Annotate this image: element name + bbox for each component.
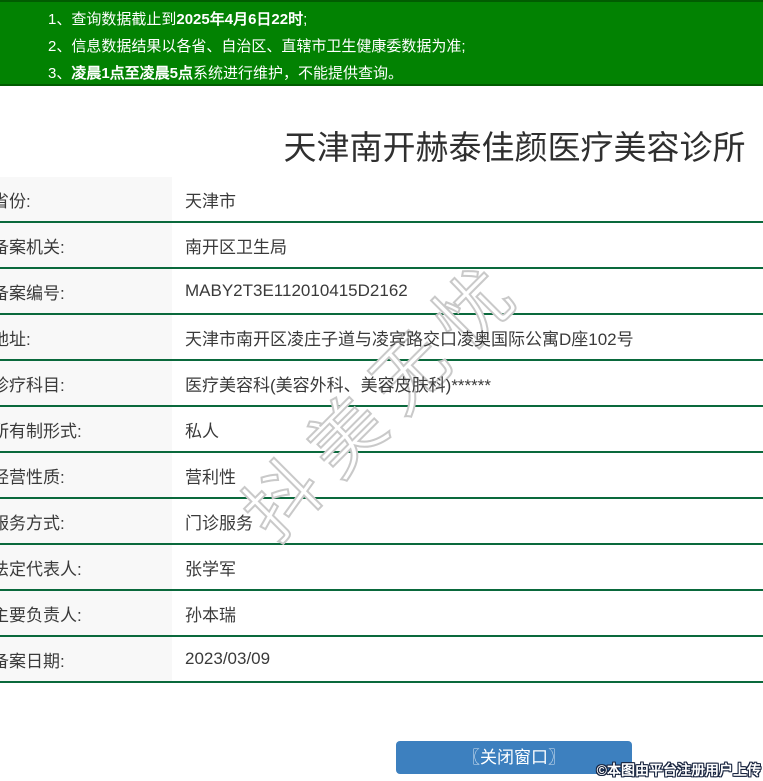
notice-line-bold: 2025年4月6日22时	[176, 11, 304, 28]
table-row-business-nature: 经营性质: 营利性	[0, 453, 763, 499]
row-label: 备案日期:	[0, 637, 172, 681]
table-row-legal-representative: 法定代表人: 张学军	[0, 545, 763, 591]
row-value: 张学军	[172, 545, 763, 589]
table-row-filing-date: 备案日期: 2023/03/09	[0, 637, 763, 683]
row-value-text: 营利性	[185, 467, 236, 487]
row-label-text: 法定代表人:	[0, 559, 82, 579]
notice-line-text: 信息数据结果以各省、自治区、直辖市卫生健康委数据为准;	[71, 38, 466, 55]
table-row-treatment-subjects: 诊疗科目: 医疗美容科(美容外科、美容皮肤科)******	[0, 361, 763, 407]
row-label: 备案机关:	[0, 223, 172, 267]
table-row-address: 地址: 天津市南开区凌庄子道与凌宾路交口凌奥国际公寓D座102号	[0, 315, 763, 361]
notice-line-text: 查询数据截止到	[71, 11, 177, 28]
row-value: 私人	[172, 407, 763, 451]
notice-line-number: 3、	[48, 65, 72, 82]
upload-watermark: ©本图由平台注册用户上传	[596, 762, 761, 778]
row-value: 天津市	[172, 177, 763, 221]
notice-line-1: 1、查询数据截止到2025年4月6日22时;	[48, 6, 763, 33]
row-value: 2023/03/09	[172, 637, 763, 681]
row-label-text: 服务方式:	[0, 513, 65, 533]
notice-line-text: ;	[303, 11, 308, 28]
row-label-text: 备案日期:	[0, 651, 65, 671]
row-label: 省份:	[0, 177, 172, 221]
row-label: 主要负责人:	[0, 591, 172, 635]
notice-line-bold: 凌晨1点至凌晨5点	[71, 65, 194, 82]
table-row-filing-number: 备案编号: MABY2T3E112010415D2162	[0, 269, 763, 315]
table-row-ownership: 所有制形式: 私人	[0, 407, 763, 453]
row-label: 所有制形式:	[0, 407, 172, 451]
row-value-text: 天津市南开区凌庄子道与凌宾路交口凌奥国际公寓D座102号	[185, 329, 634, 349]
row-label-text: 地址:	[0, 329, 31, 349]
row-value-text: 张学军	[185, 559, 236, 579]
row-label-text: 主要负责人:	[0, 605, 82, 625]
row-value: MABY2T3E112010415D2162	[172, 269, 763, 313]
row-label: 法定代表人:	[0, 545, 172, 589]
notice-line-2: 2、信息数据结果以各省、自治区、直辖市卫生健康委数据为准;	[48, 33, 763, 60]
row-value-text: 门诊服务	[185, 513, 253, 533]
row-label: 经营性质:	[0, 453, 172, 497]
row-value: 营利性	[172, 453, 763, 497]
table-row-filing-authority: 备案机关: 南开区卫生局	[0, 223, 763, 269]
row-label-text: 备案机关:	[0, 237, 65, 257]
row-value: 孙本瑞	[172, 591, 763, 635]
row-value-text: 私人	[185, 421, 219, 441]
row-label-text: 经营性质:	[0, 467, 65, 487]
row-label-text: 诊疗科目:	[0, 375, 65, 395]
row-value: 医疗美容科(美容外科、美容皮肤科)******	[172, 361, 763, 405]
notice-line-3: 3、凌晨1点至凌晨5点系统进行维护，不能提供查询。	[48, 60, 763, 87]
row-label: 服务方式:	[0, 499, 172, 543]
row-value: 天津市南开区凌庄子道与凌宾路交口凌奥国际公寓D座102号	[172, 315, 763, 359]
detail-table: 省份: 天津市 备案机关: 南开区卫生局 备案编号: MABY2T3E11201…	[0, 177, 763, 683]
row-label-text: 备案编号:	[0, 283, 65, 303]
row-label: 诊疗科目:	[0, 361, 172, 405]
table-row-person-in-charge: 主要负责人: 孙本瑞	[0, 591, 763, 637]
row-label: 备案编号:	[0, 269, 172, 313]
page: 1、查询数据截止到2025年4月6日22时; 2、信息数据结果以各省、自治区、直…	[0, 0, 763, 781]
notice-line-number: 2、	[48, 38, 72, 55]
table-row-province: 省份: 天津市	[0, 177, 763, 223]
page-title: 天津南开赫泰佳颜医疗美容诊所	[283, 129, 746, 166]
row-value-text: 孙本瑞	[185, 605, 236, 625]
row-label: 地址:	[0, 315, 172, 359]
row-value-text: 2023/03/09	[185, 649, 271, 668]
row-value-text: 医疗美容科(美容外科、美容皮肤科)******	[185, 375, 492, 395]
notice-banner: 1、查询数据截止到2025年4月6日22时; 2、信息数据结果以各省、自治区、直…	[0, 0, 763, 86]
notice-line-number: 1、	[48, 11, 72, 28]
row-value: 门诊服务	[172, 499, 763, 543]
table-row-service-mode: 服务方式: 门诊服务	[0, 499, 763, 545]
row-value-text: 天津市	[185, 191, 236, 211]
row-value: 南开区卫生局	[172, 223, 763, 267]
row-label-text: 省份:	[0, 191, 31, 211]
row-label-text: 所有制形式:	[0, 421, 82, 441]
row-value-text: MABY2T3E112010415D2162	[185, 281, 408, 300]
notice-line-text: 系统进行维护，不能提供查询。	[193, 65, 404, 82]
row-value-text: 南开区卫生局	[185, 237, 287, 257]
